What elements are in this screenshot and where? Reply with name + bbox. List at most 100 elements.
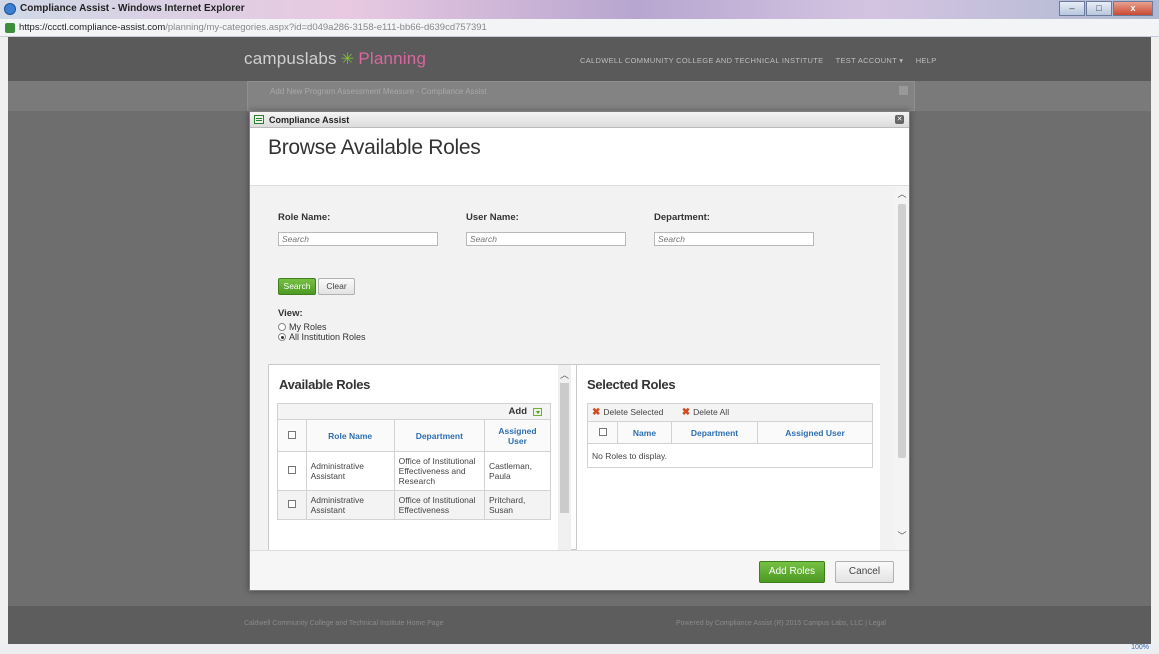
background-dialog-title: Add New Program Assessment Measure - Com… <box>270 87 487 96</box>
select-all-checkbox[interactable] <box>287 430 296 439</box>
window-title: Compliance Assist - Windows Internet Exp… <box>20 3 245 14</box>
user-name-label: User Name: <box>466 212 519 223</box>
all-institution-roles-label: All Institution Roles <box>289 332 366 342</box>
page-right-margin <box>1151 37 1159 644</box>
maximize-button[interactable]: □ <box>1086 1 1112 16</box>
secure-page-icon <box>5 23 15 33</box>
row-checkbox-cell <box>277 490 307 520</box>
address-bar[interactable]: https://ccctl.compliance-assist.com/plan… <box>0 19 1159 37</box>
select-all-header <box>277 419 307 452</box>
url-path: /planning/my-categories.aspx?id=d049a286… <box>165 22 487 33</box>
empty-message: No Roles to display. <box>587 443 873 468</box>
available-roles-scrollbar[interactable]: ︿ <box>558 365 571 551</box>
background-dialog: Add New Program Assessment Measure - Com… <box>247 81 915 111</box>
select-all-selected-checkbox[interactable] <box>598 427 607 436</box>
modal-title: Compliance Assist <box>269 115 350 125</box>
department-cell: Office of Institutional Effectiveness an… <box>393 451 485 491</box>
selected-roles-table: ✖ Delete Selected ✖ Delete All Name Depart… <box>587 403 873 468</box>
modal-footer: Add Roles Cancel <box>250 550 909 590</box>
available-scroll-up-icon[interactable]: ︿ <box>558 369 571 381</box>
delete-x-icon: ✖ <box>592 407 601 418</box>
account-menu[interactable]: TEST ACCOUNT ▾ <box>836 56 904 65</box>
page-title: Browse Available Roles <box>268 136 481 159</box>
delete-selected-button[interactable]: ✖ Delete Selected <box>592 407 664 418</box>
add-roles-button[interactable]: Add Roles <box>759 561 825 583</box>
delete-all-button[interactable]: ✖ Delete All <box>681 407 730 418</box>
role-name-label: Role Name: <box>278 212 331 223</box>
window-controls: – □ x <box>1058 1 1153 16</box>
all-institution-roles-radio[interactable] <box>278 333 286 341</box>
column-selected-department[interactable]: Department <box>671 421 758 444</box>
table-row[interactable]: Administrative Assistant Office of Insti… <box>277 451 552 491</box>
scroll-up-icon[interactable]: ︿ <box>895 188 909 200</box>
site-header: campuslabs ✳ Planning CALDWELL COMMUNITY C… <box>8 37 1151 81</box>
search-panel: Role Name: User Name: Department: Search… <box>270 204 882 364</box>
user-name-search-input[interactable] <box>466 232 626 246</box>
column-name[interactable]: Name <box>617 421 672 444</box>
background-dialog-close-icon <box>899 86 908 95</box>
selected-roles-title: Selected Roles <box>587 377 676 392</box>
available-header-row: Role Name Department Assigned User <box>277 419 552 452</box>
table-row[interactable]: Administrative Assistant Office of Insti… <box>277 490 552 520</box>
help-link[interactable]: HELP <box>916 56 937 65</box>
my-roles-radio[interactable] <box>278 323 286 331</box>
search-button[interactable]: Search <box>278 278 316 295</box>
delete-all-x-icon: ✖ <box>681 407 691 418</box>
campuslabs-star-icon: ✳ <box>340 51 355 68</box>
delete-toolbar: ✖ Delete Selected ✖ Delete All <box>587 403 873 422</box>
add-toolbar-row: Add <box>277 403 551 420</box>
add-dropdown-icon[interactable] <box>533 407 542 416</box>
view-option-all-roles[interactable]: All Institution Roles <box>278 332 366 342</box>
selected-header-row: Name Department Assigned User <box>587 421 873 444</box>
modal-close-icon[interactable]: ✕ <box>895 115 904 124</box>
delete-toolbar-row: ✖ Delete Selected ✖ Delete All <box>587 403 873 422</box>
available-roles-title: Available Roles <box>279 377 371 392</box>
view-option-my-roles[interactable]: My Roles <box>278 322 327 332</box>
view-label: View: <box>278 308 303 319</box>
institution-link[interactable]: CALDWELL COMMUNITY COLLEGE AND TECHNICAL… <box>580 56 823 65</box>
clear-button[interactable]: Clear <box>318 278 355 295</box>
assigned-user-cell: Pritchard, Susan <box>483 490 552 520</box>
selected-roles-panel: Selected Roles ✖ Delete Selected ✖ Delete … <box>576 365 880 551</box>
role-name-search-input[interactable] <box>278 232 438 246</box>
add-toolbar: Add <box>277 403 551 420</box>
close-window-button[interactable]: x <box>1113 1 1153 16</box>
header-links: CALDWELL COMMUNITY COLLEGE AND TECHNICAL… <box>580 56 947 65</box>
module-name: Planning <box>358 49 427 68</box>
assigned-user-cell: Castleman, Paula <box>483 451 552 491</box>
row-checkbox-cell <box>277 451 307 491</box>
row-checkbox[interactable] <box>287 500 296 508</box>
site-footer: Caldwell Community College and Technical… <box>8 606 1151 644</box>
brand-logo[interactable]: campuslabs ✳ Planning <box>244 49 426 69</box>
add-label[interactable]: Add <box>509 406 527 417</box>
row-checkbox[interactable] <box>287 466 296 474</box>
browser-status-bar: 100% <box>0 644 1159 654</box>
delete-selected-label: Delete Selected <box>603 407 664 417</box>
available-scrollbar-thumb[interactable] <box>560 383 569 513</box>
column-selected-assigned-user[interactable]: Assigned User <box>757 421 873 444</box>
department-search-input[interactable] <box>654 232 814 246</box>
modal-scroll-area: ︿ ﹀ Role Name: User Name: Department: Se… <box>250 186 909 551</box>
page-left-margin <box>0 37 8 644</box>
footer-home-link[interactable]: Caldwell Community College and Technical… <box>244 620 443 627</box>
url-text[interactable]: https://ccctl.compliance-assist.com/plan… <box>19 22 487 33</box>
role-name-cell: Administrative Assistant <box>305 451 395 491</box>
cancel-button[interactable]: Cancel <box>835 561 894 583</box>
modal-title-bar: Compliance Assist ✕ <box>250 112 909 128</box>
department-cell: Office of Institutional Effectiveness <box>393 490 485 520</box>
available-roles-table: Add Role Name Department Assigned User A… <box>277 403 552 520</box>
ie-logo-icon <box>4 3 16 15</box>
delete-all-label: Delete All <box>693 407 730 417</box>
minimize-button[interactable]: – <box>1059 1 1085 16</box>
modal-scrollbar-thumb[interactable] <box>898 204 906 458</box>
column-department[interactable]: Department <box>393 419 485 452</box>
url-host: https://ccctl.compliance-assist.com <box>19 22 166 33</box>
modal-scrollbar[interactable]: ︿ ﹀ <box>895 186 909 550</box>
scroll-down-icon[interactable]: ﹀ <box>895 530 909 542</box>
select-all-selected-header <box>587 421 618 444</box>
column-assigned-user[interactable]: Assigned User <box>483 419 552 452</box>
column-role-name[interactable]: Role Name <box>305 419 395 452</box>
zoom-level[interactable]: 100% <box>1131 644 1149 651</box>
empty-row: No Roles to display. <box>587 443 873 468</box>
footer-powered-by: Powered by Compliance Assist (R) 2015 Ca… <box>676 620 886 627</box>
